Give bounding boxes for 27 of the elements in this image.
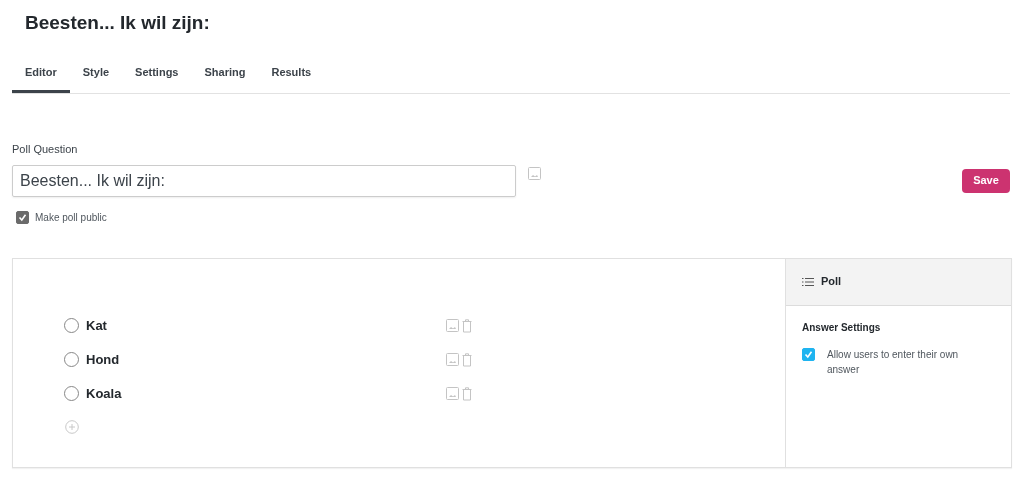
list-icon xyxy=(802,276,814,287)
field-label: Poll Question xyxy=(12,142,79,157)
trash-icon[interactable] xyxy=(462,352,472,367)
option-label: Allow users to enter their own answer xyxy=(827,347,960,377)
public-checkbox[interactable] xyxy=(16,210,29,224)
image-icon[interactable] xyxy=(446,353,459,366)
question-field[interactable]: Beesten... Ik wil zijn: xyxy=(12,164,516,197)
answer-label: Hond xyxy=(86,350,120,369)
image-icon[interactable] xyxy=(446,387,459,400)
tab[interactable]: Editor xyxy=(12,52,70,93)
add-icon[interactable] xyxy=(65,419,79,434)
section-title: Answer Settings xyxy=(802,320,882,335)
save-button[interactable]: Save xyxy=(962,168,1010,193)
answer-label: Koala xyxy=(86,384,122,403)
tab[interactable]: Style xyxy=(69,52,123,93)
trash-icon[interactable] xyxy=(462,386,472,401)
answer-label: Kat xyxy=(86,316,107,335)
image-icon[interactable] xyxy=(446,319,459,332)
tab[interactable]: Sharing xyxy=(191,52,259,93)
sidebar-title: Poll xyxy=(821,274,842,290)
page-title: Beesten... Ik wil zijn: xyxy=(24,11,211,35)
checkbox-label: Make poll public xyxy=(35,210,107,225)
tab[interactable]: Settings xyxy=(122,52,192,93)
answer-checkbox[interactable] xyxy=(802,347,815,361)
trash-icon[interactable] xyxy=(462,318,472,333)
image-icon[interactable] xyxy=(528,166,541,180)
tab[interactable]: Results xyxy=(258,52,325,93)
